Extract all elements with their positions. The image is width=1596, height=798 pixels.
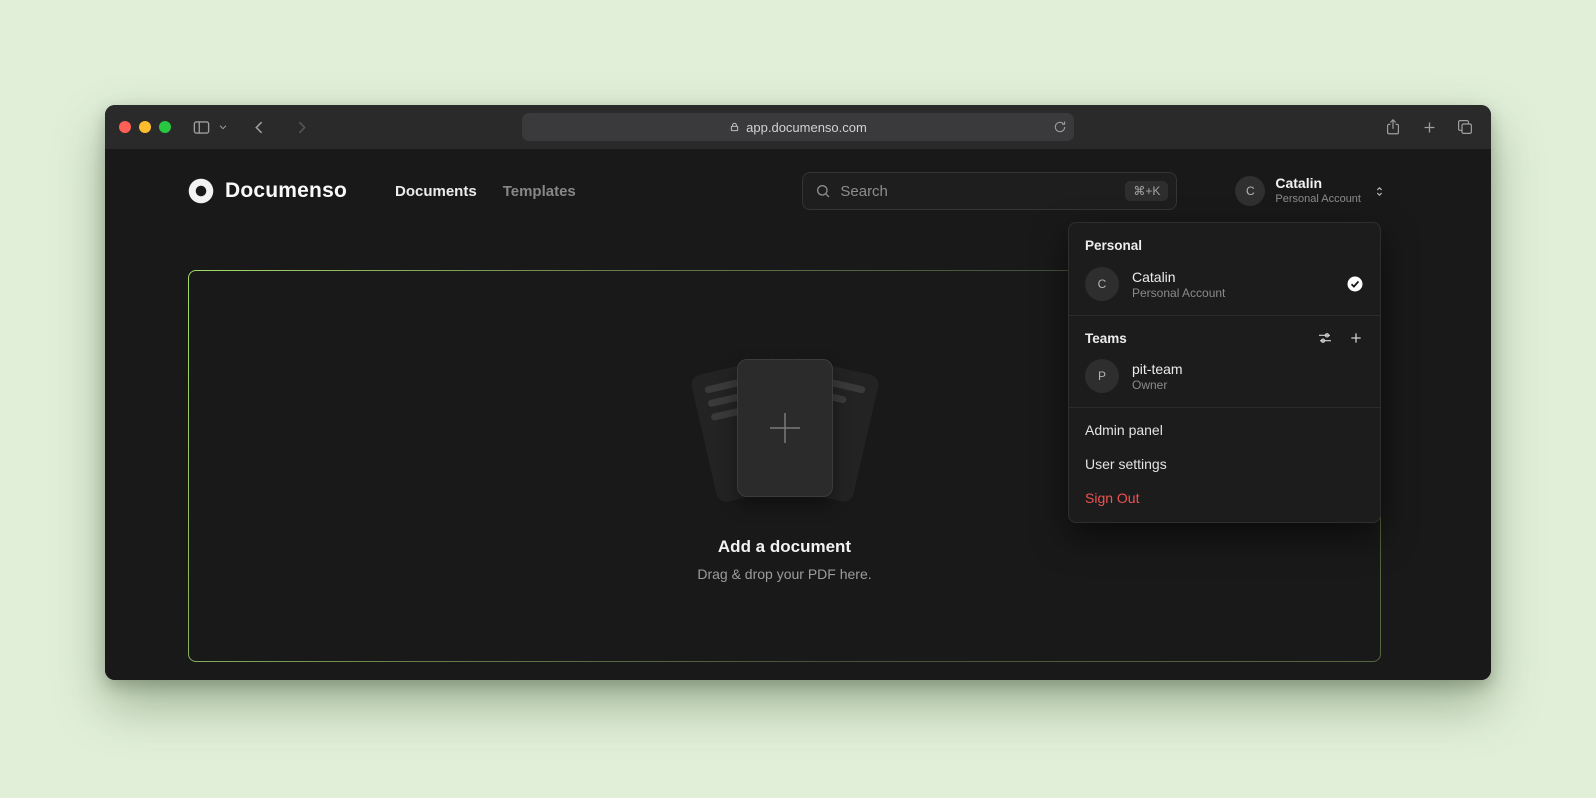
share-icon[interactable]	[1379, 113, 1407, 141]
account-name: Catalin	[1275, 175, 1361, 193]
menu-divider	[1069, 315, 1380, 316]
sidebar-toggle-icon[interactable]	[187, 113, 215, 141]
team-avatar: P	[1085, 359, 1119, 393]
document-card-add	[737, 359, 833, 497]
new-tab-icon[interactable]	[1415, 113, 1443, 141]
browser-window: app.documenso.com Documenso D	[105, 105, 1491, 680]
team-item[interactable]: P pit-team Owner	[1069, 352, 1380, 402]
search-bar[interactable]: ⌘+K	[802, 172, 1177, 210]
close-window-button[interactable]	[119, 121, 131, 133]
lock-icon	[729, 121, 740, 133]
search-icon	[815, 183, 831, 199]
teams-section-label: Teams	[1085, 331, 1127, 346]
menu-item-sign-out[interactable]: Sign Out	[1069, 481, 1380, 515]
toolbar-right-actions	[1379, 105, 1479, 149]
dropzone-title: Add a document	[718, 537, 851, 557]
sidebar-chevron-down-icon[interactable]	[215, 113, 231, 141]
app-content: Documenso Documents Templates ⌘+K C Cata…	[105, 149, 1491, 680]
search-input[interactable]	[840, 183, 1116, 200]
personal-account-subtitle: Personal Account	[1132, 286, 1225, 300]
dropzone-subtitle: Drag & drop your PDF here.	[697, 566, 871, 582]
search-shortcut-badge: ⌘+K	[1125, 181, 1168, 201]
selected-check-icon	[1346, 275, 1364, 293]
team-name: pit-team	[1132, 360, 1183, 378]
address-url: app.documenso.com	[746, 120, 867, 135]
account-avatar: C	[1235, 176, 1265, 206]
nav-item-templates[interactable]: Templates	[503, 183, 576, 200]
account-menu-button[interactable]: C Catalin Personal Account	[1235, 175, 1386, 206]
address-bar[interactable]: app.documenso.com	[522, 113, 1074, 141]
traffic-lights	[119, 121, 171, 133]
tab-overview-icon[interactable]	[1451, 113, 1479, 141]
plus-icon	[765, 408, 805, 448]
main-nav: Documents Templates	[395, 183, 576, 200]
personal-account-item[interactable]: C Catalin Personal Account	[1069, 260, 1380, 310]
app-header: Documenso Documents Templates ⌘+K C Cata…	[188, 171, 1386, 211]
documenso-logo-icon	[188, 178, 214, 204]
menu-item-user-settings[interactable]: User settings	[1069, 447, 1380, 481]
minimize-window-button[interactable]	[139, 121, 151, 133]
brand-name: Documenso	[225, 179, 347, 203]
account-dropdown-menu: Personal C Catalin Personal Account Team…	[1068, 222, 1381, 523]
personal-account-avatar: C	[1085, 267, 1119, 301]
personal-section-label: Personal	[1069, 228, 1380, 260]
brand-home-link[interactable]: Documenso	[188, 178, 347, 204]
personal-account-name: Catalin	[1132, 268, 1225, 286]
teams-section-header: Teams	[1069, 321, 1380, 352]
back-button[interactable]	[245, 113, 273, 141]
nav-item-documents[interactable]: Documents	[395, 183, 477, 200]
document-stack-illustration	[670, 351, 900, 513]
zoom-window-button[interactable]	[159, 121, 171, 133]
refresh-icon[interactable]	[1053, 120, 1067, 134]
account-subtitle: Personal Account	[1275, 193, 1361, 207]
browser-toolbar: app.documenso.com	[105, 105, 1491, 149]
team-role: Owner	[1132, 378, 1183, 392]
menu-divider	[1069, 407, 1380, 408]
manage-teams-icon[interactable]	[1317, 330, 1333, 346]
add-team-icon[interactable]	[1348, 330, 1364, 346]
forward-button[interactable]	[287, 113, 315, 141]
account-chevron-updown-icon	[1373, 184, 1386, 199]
menu-item-admin-panel[interactable]: Admin panel	[1069, 413, 1380, 447]
